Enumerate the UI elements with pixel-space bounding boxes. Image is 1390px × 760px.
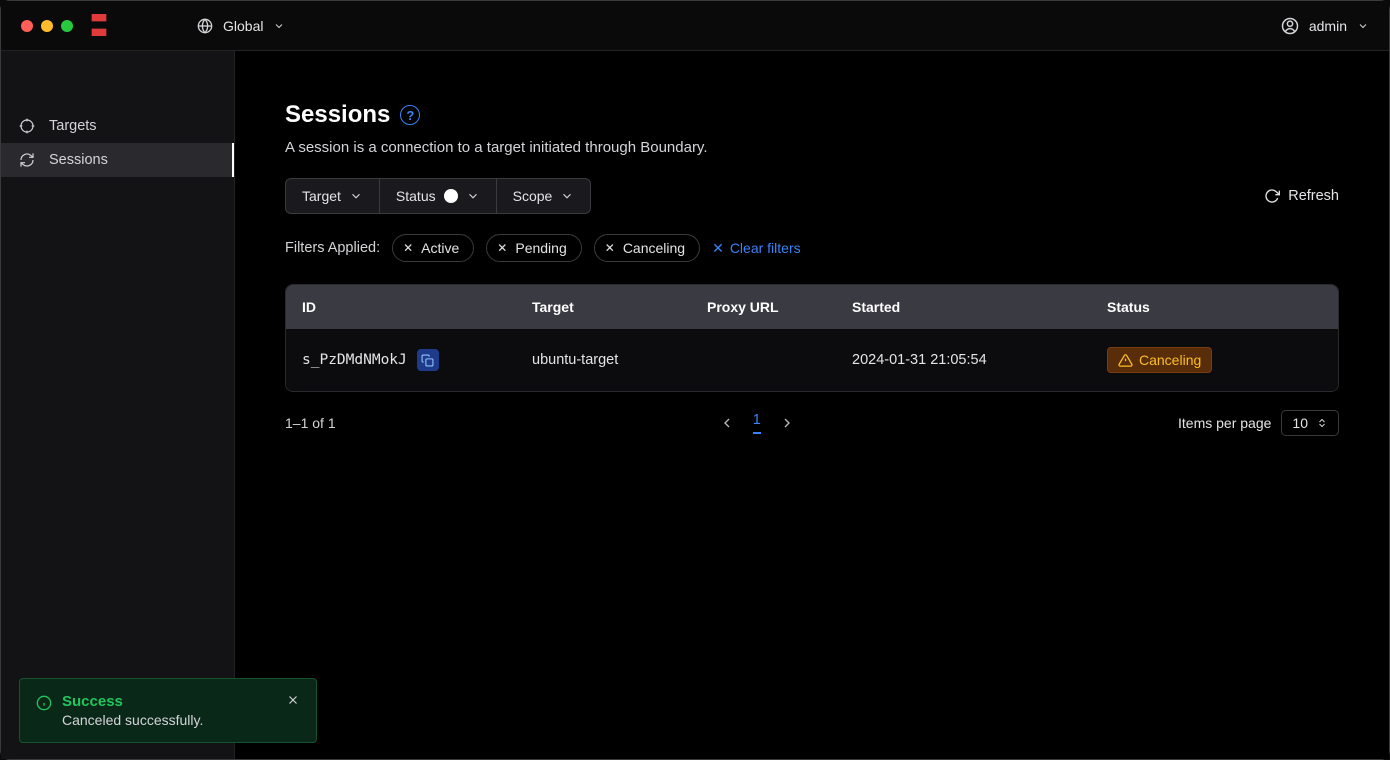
globe-icon	[197, 18, 213, 34]
next-page-button[interactable]	[779, 415, 795, 431]
user-label: admin	[1309, 18, 1347, 34]
th-status: Status	[1107, 299, 1322, 315]
window-controls	[21, 20, 73, 32]
main-content: Sessions ? A session is a connection to …	[235, 51, 1389, 759]
td-status: Canceling	[1107, 347, 1322, 373]
close-icon: ✕	[403, 241, 413, 255]
items-per-page-value: 10	[1292, 415, 1308, 431]
alert-triangle-icon	[1118, 353, 1133, 368]
items-per-page-label: Items per page	[1178, 415, 1271, 431]
chevron-down-icon	[560, 189, 574, 203]
user-menu[interactable]: admin	[1281, 17, 1369, 35]
copy-icon	[421, 354, 434, 367]
close-icon: ✕	[712, 240, 724, 257]
toast-message: Canceled successfully.	[62, 712, 203, 728]
titlebar: Global admin	[1, 1, 1389, 51]
pagination: 1–1 of 1 1 Items per page 10	[285, 410, 1339, 436]
chevron-down-icon	[349, 189, 363, 203]
session-id: s_PzDMdNMokJ	[302, 352, 407, 368]
filters-applied-row: Filters Applied: ✕ Active ✕ Pending ✕ Ca…	[285, 234, 1339, 262]
filter-scope-button[interactable]: Scope	[497, 179, 591, 213]
filter-chip-pending[interactable]: ✕ Pending	[486, 234, 581, 262]
refresh-button[interactable]: Refresh	[1264, 188, 1339, 204]
clear-filters-button[interactable]: ✕ Clear filters	[712, 240, 801, 257]
chip-label: Active	[421, 240, 459, 256]
toolbar: Target Status Scope Refresh	[285, 178, 1339, 214]
chip-label: Pending	[515, 240, 566, 256]
filters-applied-label: Filters Applied:	[285, 240, 380, 256]
success-toast: Success Canceled successfully.	[19, 678, 317, 743]
refresh-icon	[19, 152, 35, 168]
filter-label: Scope	[513, 188, 553, 204]
filter-status-button[interactable]: Status	[380, 179, 497, 213]
toast-close-button[interactable]	[286, 693, 300, 707]
sidebar-item-label: Targets	[49, 118, 97, 134]
status-badge: Canceling	[1107, 347, 1212, 373]
table-header: ID Target Proxy URL Started Status	[286, 285, 1338, 329]
chip-label: Canceling	[623, 240, 685, 256]
minimize-window-button[interactable]	[41, 20, 53, 32]
status-indicator-dot	[444, 189, 458, 203]
th-target: Target	[532, 299, 707, 315]
user-icon	[1281, 17, 1299, 35]
filter-label: Target	[302, 188, 341, 204]
crosshair-icon	[19, 118, 35, 134]
pagination-range: 1–1 of 1	[285, 415, 336, 431]
close-window-button[interactable]	[21, 20, 33, 32]
sort-icon	[1316, 417, 1328, 429]
info-icon	[36, 695, 52, 711]
clear-filters-label: Clear filters	[730, 240, 801, 256]
filter-group: Target Status Scope	[285, 178, 591, 214]
sidebar: Targets Sessions	[1, 51, 235, 759]
chevron-down-icon	[273, 20, 285, 32]
sessions-table: ID Target Proxy URL Started Status s_PzD…	[285, 284, 1339, 392]
td-target: ubuntu-target	[532, 352, 707, 368]
close-icon: ✕	[497, 241, 507, 255]
th-id: ID	[302, 299, 532, 315]
toast-title: Success	[62, 693, 203, 710]
td-started: 2024-01-31 21:05:54	[852, 352, 1107, 368]
copy-id-button[interactable]	[417, 349, 439, 371]
table-row[interactable]: s_PzDMdNMokJ ubuntu-target 2024-01-31 21…	[286, 329, 1338, 391]
scope-label: Global	[223, 18, 263, 34]
filter-label: Status	[396, 188, 436, 204]
filter-chip-canceling[interactable]: ✕ Canceling	[594, 234, 700, 262]
td-id: s_PzDMdNMokJ	[302, 349, 532, 371]
maximize-window-button[interactable]	[61, 20, 73, 32]
th-started: Started	[852, 299, 1107, 315]
sidebar-item-sessions[interactable]: Sessions	[1, 143, 234, 177]
chevron-down-icon	[1357, 20, 1369, 32]
sidebar-item-targets[interactable]: Targets	[1, 109, 234, 143]
help-icon[interactable]: ?	[400, 105, 420, 125]
items-per-page-select[interactable]: 10	[1281, 410, 1339, 436]
page-number[interactable]: 1	[753, 412, 761, 434]
th-proxy-url: Proxy URL	[707, 299, 852, 315]
scope-selector[interactable]: Global	[197, 18, 285, 34]
filter-chip-active[interactable]: ✕ Active	[392, 234, 474, 262]
page-title: Sessions	[285, 101, 390, 129]
app-logo	[88, 12, 110, 38]
page-description: A session is a connection to a target in…	[285, 139, 1339, 156]
filter-target-button[interactable]: Target	[286, 179, 380, 213]
prev-page-button[interactable]	[719, 415, 735, 431]
page-title-row: Sessions ?	[285, 101, 1339, 129]
chevron-down-icon	[466, 189, 480, 203]
toast-body: Success Canceled successfully.	[62, 693, 203, 728]
close-icon: ✕	[605, 241, 615, 255]
refresh-icon	[1264, 188, 1280, 204]
status-text: Canceling	[1139, 352, 1201, 368]
sidebar-item-label: Sessions	[49, 152, 108, 168]
refresh-label: Refresh	[1288, 188, 1339, 204]
